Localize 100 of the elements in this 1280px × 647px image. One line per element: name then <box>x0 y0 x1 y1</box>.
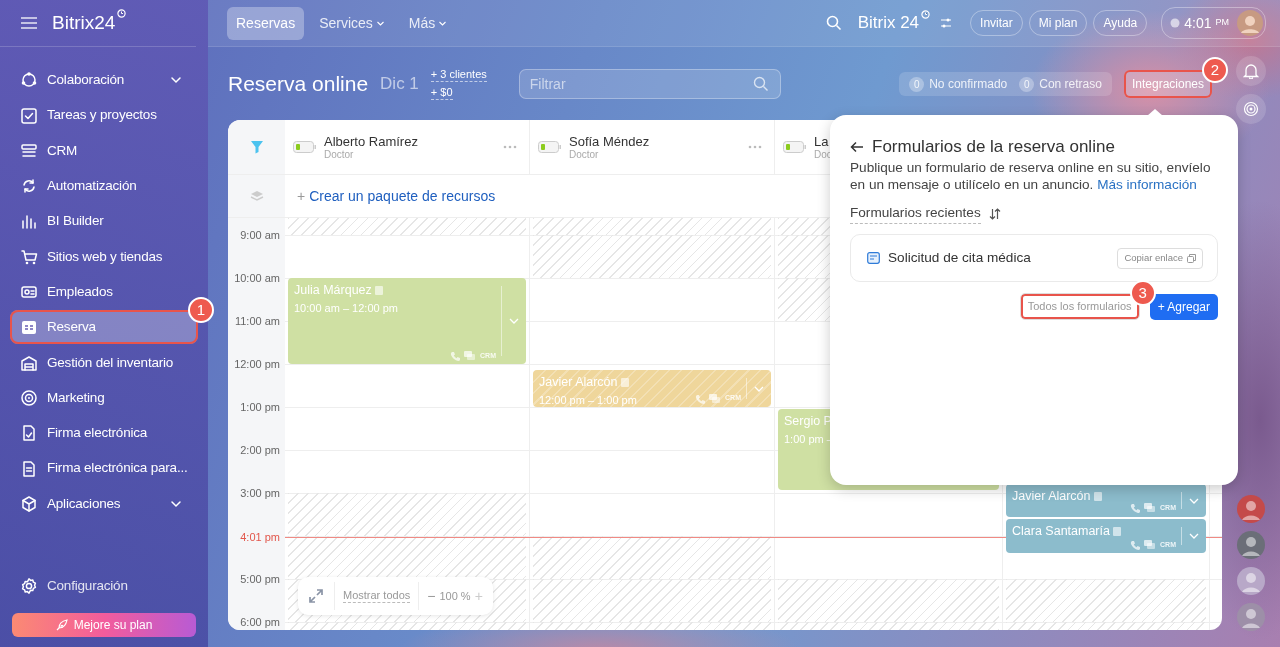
sidebar-item[interactable]: BI Builder <box>10 204 198 239</box>
target-icon <box>20 388 38 407</box>
upgrade-button[interactable]: Mejore su plan <box>12 613 196 637</box>
add-button[interactable]: + Agregar <box>1149 293 1218 320</box>
battery-icon <box>538 141 562 153</box>
form-card[interactable]: Solicitud de cita médica Copiar enlace <box>850 234 1218 283</box>
filter-icon[interactable] <box>249 140 264 154</box>
nav-tab[interactable]: Services <box>310 6 394 40</box>
sort-icon[interactable] <box>988 207 1001 220</box>
activity-button[interactable] <box>1236 94 1266 124</box>
callout-badge: 2 <box>1202 57 1228 83</box>
time-label: 2:00 pm <box>240 442 280 458</box>
phone-icon <box>1130 539 1141 550</box>
back-arrow-icon[interactable] <box>850 141 864 153</box>
booking-name: Javier Alarcón <box>539 374 618 392</box>
recent-forms-label[interactable]: Formularios recientes <box>850 203 981 225</box>
clock-widget[interactable]: 4:01 PM <box>1161 7 1266 39</box>
more-icon[interactable] <box>748 145 762 149</box>
copy-link-button[interactable]: Copiar enlace <box>1117 248 1203 269</box>
sidebar-item[interactable]: Marketing <box>10 380 198 415</box>
sidebar-item[interactable]: Reserva <box>10 310 198 345</box>
rocket-icon <box>55 619 68 631</box>
note-icon <box>1093 492 1102 502</box>
time-label: 3:00 pm <box>240 485 280 501</box>
counter-count: 0 <box>1019 76 1035 92</box>
counter-filter[interactable]: 0 Con retraso <box>1015 75 1106 93</box>
booking-time: 12:00 pm – 1:00 pm <box>539 393 637 407</box>
sidebar-item[interactable]: CRM <box>10 133 198 168</box>
bar-chart-icon <box>20 212 38 231</box>
zoom-out-button[interactable]: − <box>427 585 436 607</box>
popup-description: Publique un formulario de reserva online en su sitio, envíelo en un mensaje o utilícelo en un anuncio. Más información <box>850 159 1212 193</box>
resource-name: Sofía Méndez <box>569 134 650 149</box>
sidebar-item[interactable]: Firma electrónica para... <box>10 451 198 486</box>
counter-label: No confirmado <box>929 76 1008 93</box>
circle-dots-icon <box>20 71 38 90</box>
create-package-link[interactable]: Crear un paquete de recursos <box>309 185 496 207</box>
nav-tab[interactable]: Más <box>399 6 457 40</box>
integrations-button[interactable]: Integraciones <box>1123 70 1212 98</box>
layers-icon <box>249 190 264 202</box>
search-icon[interactable] <box>825 15 842 31</box>
sidebar-item[interactable]: Aplicaciones <box>10 486 198 521</box>
booking-time: 10:00 am – 12:00 pm <box>294 300 398 316</box>
chevron-icon[interactable] <box>754 385 764 392</box>
time-label: 12:00 pm <box>234 356 280 372</box>
show-all-link[interactable]: Mostrar todos <box>343 589 411 603</box>
gear-icon <box>20 577 38 595</box>
zoom-level: 100 % <box>439 588 471 604</box>
time-label: 9:00 am <box>240 227 280 243</box>
note-icon <box>620 378 629 388</box>
counter-label: Con retraso <box>1039 76 1102 93</box>
callout-badge: 1 <box>188 297 214 324</box>
menu-icon[interactable] <box>20 16 38 30</box>
more-info-link[interactable]: Más información <box>1097 177 1197 192</box>
sidebar-item[interactable]: Automatización <box>10 169 198 204</box>
copy-icon <box>1187 253 1196 263</box>
sidebar-item[interactable]: Gestión del inventario <box>10 345 198 380</box>
sidebar-item[interactable]: Colaboración <box>10 63 198 98</box>
chevron-icon[interactable] <box>1189 533 1199 539</box>
sidebar-item[interactable]: Tareas y proyectos <box>10 98 198 133</box>
avatar[interactable] <box>1237 495 1265 523</box>
popup-title: Formularios de la reserva online <box>872 137 1115 157</box>
avatar[interactable] <box>1237 603 1265 631</box>
note-icon <box>1112 526 1121 536</box>
resource-role: Doctor <box>569 149 600 160</box>
phone-icon <box>1130 503 1141 514</box>
plus-icon: + <box>297 185 306 207</box>
chevron-icon[interactable] <box>509 318 519 324</box>
resource-role: Doctor <box>324 149 355 160</box>
expand-icon[interactable] <box>308 588 324 604</box>
form-name: Solicitud de cita médica <box>888 249 1031 268</box>
sidebar-item[interactable]: Firma electrónica <box>10 416 198 451</box>
sliders-icon[interactable] <box>940 17 953 29</box>
resource-name: La <box>814 134 830 149</box>
bell-icon <box>1243 63 1259 79</box>
settings-item[interactable]: Configuración <box>10 569 198 603</box>
search-icon[interactable] <box>752 76 769 92</box>
time-label: 1:00 pm <box>240 399 280 415</box>
chat-icon <box>1144 503 1157 514</box>
warehouse-icon <box>20 353 38 372</box>
time-label: 11:00 am <box>234 313 280 329</box>
resource-role: Doc <box>814 149 832 160</box>
time-label: 6:00 pm <box>240 614 280 630</box>
logo[interactable]: Bitrix 24 <box>857 10 931 36</box>
notifications-button[interactable] <box>1236 56 1266 86</box>
counter-filter[interactable]: 0 No confirmado <box>905 75 1012 93</box>
sidebar-item[interactable]: Sitios web y tiendas <box>10 239 198 274</box>
resource-name: Alberto Ramírez <box>324 134 418 149</box>
chevron-icon[interactable] <box>1189 497 1199 504</box>
stat-link[interactable]: + 3 clientes <box>430 68 487 82</box>
all-forms-button[interactable]: Todos los formularios <box>1019 293 1140 320</box>
more-icon[interactable] <box>503 145 517 149</box>
logo[interactable]: Bitrix24 <box>52 8 127 38</box>
nav-tab[interactable]: Reservas <box>227 6 305 40</box>
avatar[interactable] <box>1237 10 1263 36</box>
document-icon <box>20 459 38 478</box>
stat-link[interactable]: + $0 <box>430 86 453 100</box>
date-label: Dic 1 <box>380 73 419 96</box>
chat-icon <box>1144 539 1157 550</box>
avatar[interactable] <box>1237 531 1265 559</box>
avatar[interactable] <box>1237 567 1265 595</box>
